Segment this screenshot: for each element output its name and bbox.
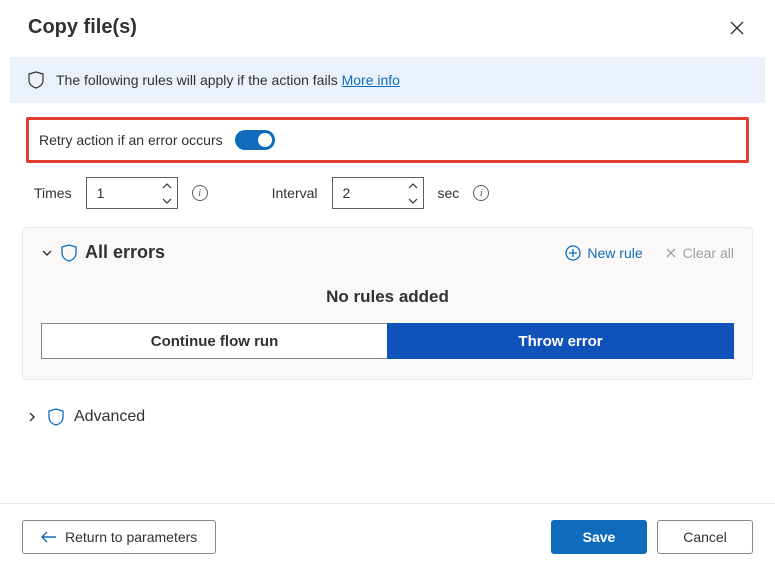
new-rule-button[interactable]: New rule xyxy=(565,245,642,261)
advanced-label: Advanced xyxy=(74,408,145,426)
shield-icon xyxy=(48,408,64,426)
interval-input[interactable]: 2 xyxy=(332,177,424,209)
more-info-link[interactable]: More info xyxy=(342,72,400,88)
interval-value: 2 xyxy=(343,178,351,208)
return-to-parameters-button[interactable]: Return to parameters xyxy=(22,520,216,554)
arrow-left-icon xyxy=(41,531,57,543)
interval-spinner-up[interactable] xyxy=(404,178,423,193)
retry-toggle[interactable] xyxy=(235,130,275,150)
cancel-button[interactable]: Cancel xyxy=(657,520,753,554)
banner-text: The following rules will apply if the ac… xyxy=(56,72,338,88)
times-spinner-up[interactable] xyxy=(158,178,177,193)
info-banner: The following rules will apply if the ac… xyxy=(10,57,765,103)
retry-toggle-row: Retry action if an error occurs xyxy=(26,117,749,163)
toggle-knob xyxy=(258,133,272,147)
shield-icon xyxy=(61,244,77,262)
interval-unit: sec xyxy=(438,185,460,201)
close-icon xyxy=(730,21,744,35)
clear-all-button: Clear all xyxy=(665,245,734,261)
times-value: 1 xyxy=(97,178,105,208)
interval-label: Interval xyxy=(272,185,318,201)
retry-settings-row: Times 1 i Interval 2 sec i xyxy=(0,163,775,209)
dialog-title: Copy file(s) xyxy=(28,16,727,39)
dialog-header: Copy file(s) xyxy=(0,0,775,49)
clear-all-label: Clear all xyxy=(683,245,734,261)
panel-header: All errors New rule Clear all xyxy=(41,242,734,263)
new-rule-label: New rule xyxy=(587,245,642,261)
interval-info-icon[interactable]: i xyxy=(473,185,489,201)
shield-icon xyxy=(28,71,44,89)
times-label: Times xyxy=(34,185,72,201)
return-label: Return to parameters xyxy=(65,529,197,545)
continue-flow-button[interactable]: Continue flow run xyxy=(41,323,387,359)
error-handling-dialog: Copy file(s) The following rules will ap… xyxy=(0,0,775,574)
all-errors-title: All errors xyxy=(85,242,165,263)
times-info-icon[interactable]: i xyxy=(192,185,208,201)
chevron-down-icon[interactable] xyxy=(41,247,53,259)
interval-spinner-down[interactable] xyxy=(404,193,423,208)
all-errors-panel: All errors New rule Clear all No rules a… xyxy=(22,227,753,380)
advanced-section-toggle[interactable]: Advanced xyxy=(0,380,775,426)
close-button[interactable] xyxy=(727,18,747,38)
times-spinner-down[interactable] xyxy=(158,193,177,208)
retry-label: Retry action if an error occurs xyxy=(39,132,223,148)
x-icon xyxy=(665,247,677,259)
times-input[interactable]: 1 xyxy=(86,177,178,209)
dialog-footer: Return to parameters Save Cancel xyxy=(0,503,775,574)
error-action-buttons: Continue flow run Throw error xyxy=(41,323,734,359)
save-button[interactable]: Save xyxy=(551,520,647,554)
chevron-right-icon xyxy=(26,411,38,423)
plus-circle-icon xyxy=(565,245,581,261)
throw-error-button[interactable]: Throw error xyxy=(387,323,734,359)
no-rules-message: No rules added xyxy=(41,287,734,307)
